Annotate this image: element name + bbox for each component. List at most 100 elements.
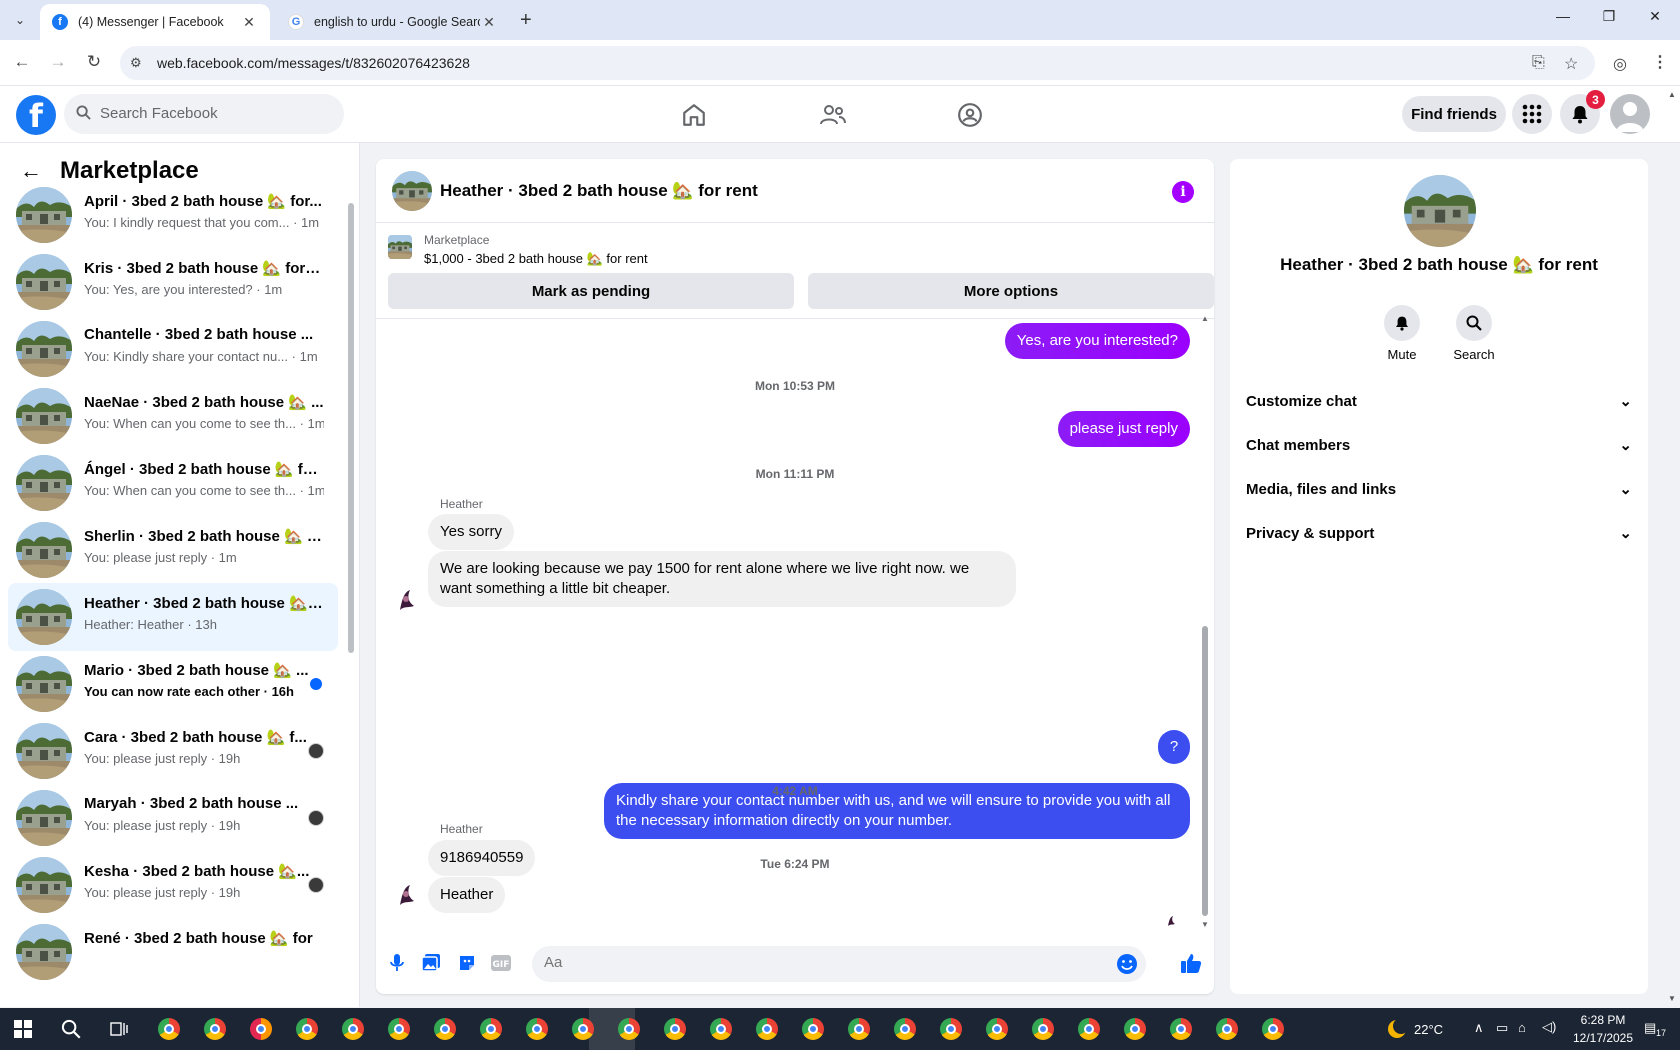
sender-avatar[interactable] (392, 881, 420, 909)
chat-list-item[interactable]: April · 3bed 2 bath house 🏡 for... You: I… (8, 181, 338, 249)
minimize-button[interactable]: — (1540, 8, 1586, 24)
chrome-taskbar-icon[interactable] (340, 1016, 366, 1042)
mark-as-pending-button[interactable]: Mark as pending (388, 273, 794, 309)
message-bubble-outgoing[interactable]: ? (1158, 730, 1190, 764)
find-friends-button[interactable]: Find friends (1402, 96, 1506, 132)
site-info-icon[interactable]: ⚙ (130, 55, 142, 71)
taskbar-search-icon[interactable] (58, 1016, 84, 1042)
more-options-button[interactable]: More options (808, 273, 1214, 309)
volume-icon[interactable]: ◁) (1542, 1019, 1556, 1035)
listing-thumbnail[interactable] (388, 235, 412, 259)
conversation-thumbnail[interactable] (392, 171, 432, 211)
thread-scrollbar[interactable]: ▲ ▼ (1200, 314, 1210, 932)
chrome-taskbar-icon[interactable] (892, 1016, 918, 1042)
thumbs-up-icon[interactable] (1180, 952, 1202, 974)
photo-attach-icon[interactable] (420, 952, 442, 974)
chrome-taskbar-icon[interactable] (432, 1016, 458, 1042)
gif-icon[interactable]: GIF (490, 952, 512, 974)
forward-icon[interactable]: → (46, 52, 70, 72)
chrome-taskbar-icon[interactable] (294, 1016, 320, 1042)
facebook-logo-icon[interactable]: f (16, 95, 56, 135)
microphone-icon[interactable] (386, 952, 408, 974)
notification-center-icon[interactable]: ▤ (1644, 1020, 1656, 1036)
tab-messenger[interactable]: f (4) Messenger | Facebook ✕ (40, 4, 270, 40)
tab-search-button[interactable]: ⌄ (8, 8, 32, 32)
message-bubble-incoming[interactable]: Heather (428, 877, 506, 913)
chat-list-item[interactable]: NaeNae · 3bed 2 bath house 🏡 ... You: Whe… (8, 382, 338, 450)
chrome-taskbar-icon[interactable] (754, 1016, 780, 1042)
info-icon[interactable]: i (1172, 181, 1194, 203)
chat-list-item[interactable]: Kris · 3bed 2 bath house 🏡 for r... You: … (8, 248, 338, 316)
install-app-icon[interactable]: ⎘ (1532, 54, 1545, 72)
menu-grid-icon[interactable] (1512, 94, 1552, 134)
tab-google-search[interactable]: G english to urdu - Google Search ✕ (276, 4, 510, 40)
listing-avatar[interactable] (1404, 175, 1476, 247)
profile-icon[interactable]: ◎ (1613, 54, 1627, 74)
reload-icon[interactable]: ↻ (82, 52, 106, 72)
chat-list-item[interactable]: René · 3bed 2 bath house 🏡 for (8, 918, 338, 986)
restore-button[interactable]: ❐ (1586, 8, 1632, 25)
sender-avatar[interactable] (392, 586, 420, 614)
chat-list-item[interactable]: Mario · 3bed 2 bath house 🏡 ... You can n… (8, 650, 338, 718)
url-text[interactable]: web.facebook.com/messages/t/832602076423… (157, 55, 470, 71)
new-tab-button[interactable]: + (520, 9, 532, 32)
chrome-taskbar-icon[interactable] (1214, 1016, 1240, 1042)
section-privacy-support[interactable]: Privacy & support ⌄ (1246, 513, 1632, 553)
chrome-taskbar-icon[interactable] (616, 1016, 642, 1042)
emoji-icon[interactable] (1116, 953, 1138, 978)
back-icon[interactable]: ← (10, 52, 34, 72)
groups-icon[interactable] (952, 98, 988, 132)
chrome-taskbar-icon[interactable] (846, 1016, 872, 1042)
chat-list-scrollbar[interactable] (347, 193, 355, 1003)
battery-icon[interactable]: ▭ (1496, 1020, 1508, 1036)
weather-moon-icon[interactable] (1384, 1016, 1410, 1042)
message-bubble-incoming[interactable]: Yes sorry (428, 514, 514, 550)
close-tab-icon[interactable]: ✕ (240, 14, 258, 31)
close-tab-icon[interactable]: ✕ (480, 14, 498, 31)
message-bubble-incoming[interactable]: 9186940559 (428, 840, 536, 876)
temperature[interactable]: 22°C (1414, 1022, 1443, 1037)
task-view-icon[interactable] (106, 1016, 132, 1042)
windows-start-icon[interactable] (10, 1016, 36, 1042)
chat-list-item[interactable]: Kesha · 3bed 2 bath house 🏡... You: pleas… (8, 851, 338, 919)
chrome-taskbar-icon[interactable] (938, 1016, 964, 1042)
section-customize-chat[interactable]: Customize chat ⌄ (1246, 381, 1632, 421)
page-scroll-up-icon[interactable]: ▲ (1668, 90, 1676, 99)
chrome-taskbar-icon[interactable] (202, 1016, 228, 1042)
conversation-title[interactable]: Heather · 3bed 2 bath house 🏡 for rent (440, 181, 758, 201)
chrome-taskbar-icon[interactable] (984, 1016, 1010, 1042)
chat-list-item[interactable]: Heather · 3bed 2 bath house 🏡 ... Heather… (8, 583, 338, 651)
chat-list-item[interactable]: Cara · 3bed 2 bath house 🏡 f... You: plea… (8, 717, 338, 785)
chrome-taskbar-icon[interactable] (800, 1016, 826, 1042)
chrome-taskbar-icon[interactable] (386, 1016, 412, 1042)
chrome-taskbar-icon[interactable] (156, 1016, 182, 1042)
section-media-files-links[interactable]: Media, files and links ⌄ (1246, 469, 1632, 509)
listing-title[interactable]: $1,000 - 3bed 2 bath house 🏡 for rent (424, 251, 648, 267)
chat-list-item[interactable]: Maryah · 3bed 2 bath house ... You: pleas… (8, 784, 338, 852)
chrome-taskbar-icon[interactable] (1168, 1016, 1194, 1042)
firefox-taskbar-icon[interactable] (248, 1016, 274, 1042)
chrome-taskbar-icon[interactable] (708, 1016, 734, 1042)
clock-time[interactable]: 6:28 PM (1572, 1013, 1634, 1027)
section-chat-members[interactable]: Chat members ⌄ (1246, 425, 1632, 465)
account-avatar[interactable] (1610, 94, 1650, 134)
chrome-taskbar-icon[interactable] (662, 1016, 688, 1042)
message-bubble-outgoing[interactable]: please just reply (1057, 411, 1190, 447)
show-hidden-icons-icon[interactable]: ∧ (1474, 1020, 1484, 1036)
friends-icon[interactable] (815, 98, 851, 132)
chrome-taskbar-icon[interactable] (1122, 1016, 1148, 1042)
message-bubble-outgoing[interactable]: Yes, are you interested? (1004, 323, 1190, 359)
chat-list-item[interactable]: Chantelle · 3bed 2 bath house ... You: Ki… (8, 315, 338, 383)
home-icon[interactable] (676, 98, 712, 132)
bookmark-star-icon[interactable]: ☆ (1564, 54, 1578, 74)
chat-list-item[interactable]: Ángel · 3bed 2 bath house 🏡 fo... You: Wh… (8, 449, 338, 517)
message-input[interactable] (532, 946, 1146, 982)
chrome-taskbar-icon[interactable] (1030, 1016, 1056, 1042)
search-in-conversation-button[interactable]: Search (1444, 305, 1504, 362)
close-window-button[interactable]: ✕ (1632, 8, 1678, 25)
chrome-taskbar-icon[interactable] (570, 1016, 596, 1042)
mute-button[interactable]: Mute (1372, 305, 1432, 362)
menu-kebab-icon[interactable]: ⋮ (1652, 52, 1668, 72)
facebook-search-input[interactable]: Search Facebook (64, 94, 344, 134)
chat-list-item[interactable]: Sherlin · 3bed 2 bath house 🏡 f... You: p… (8, 516, 338, 584)
